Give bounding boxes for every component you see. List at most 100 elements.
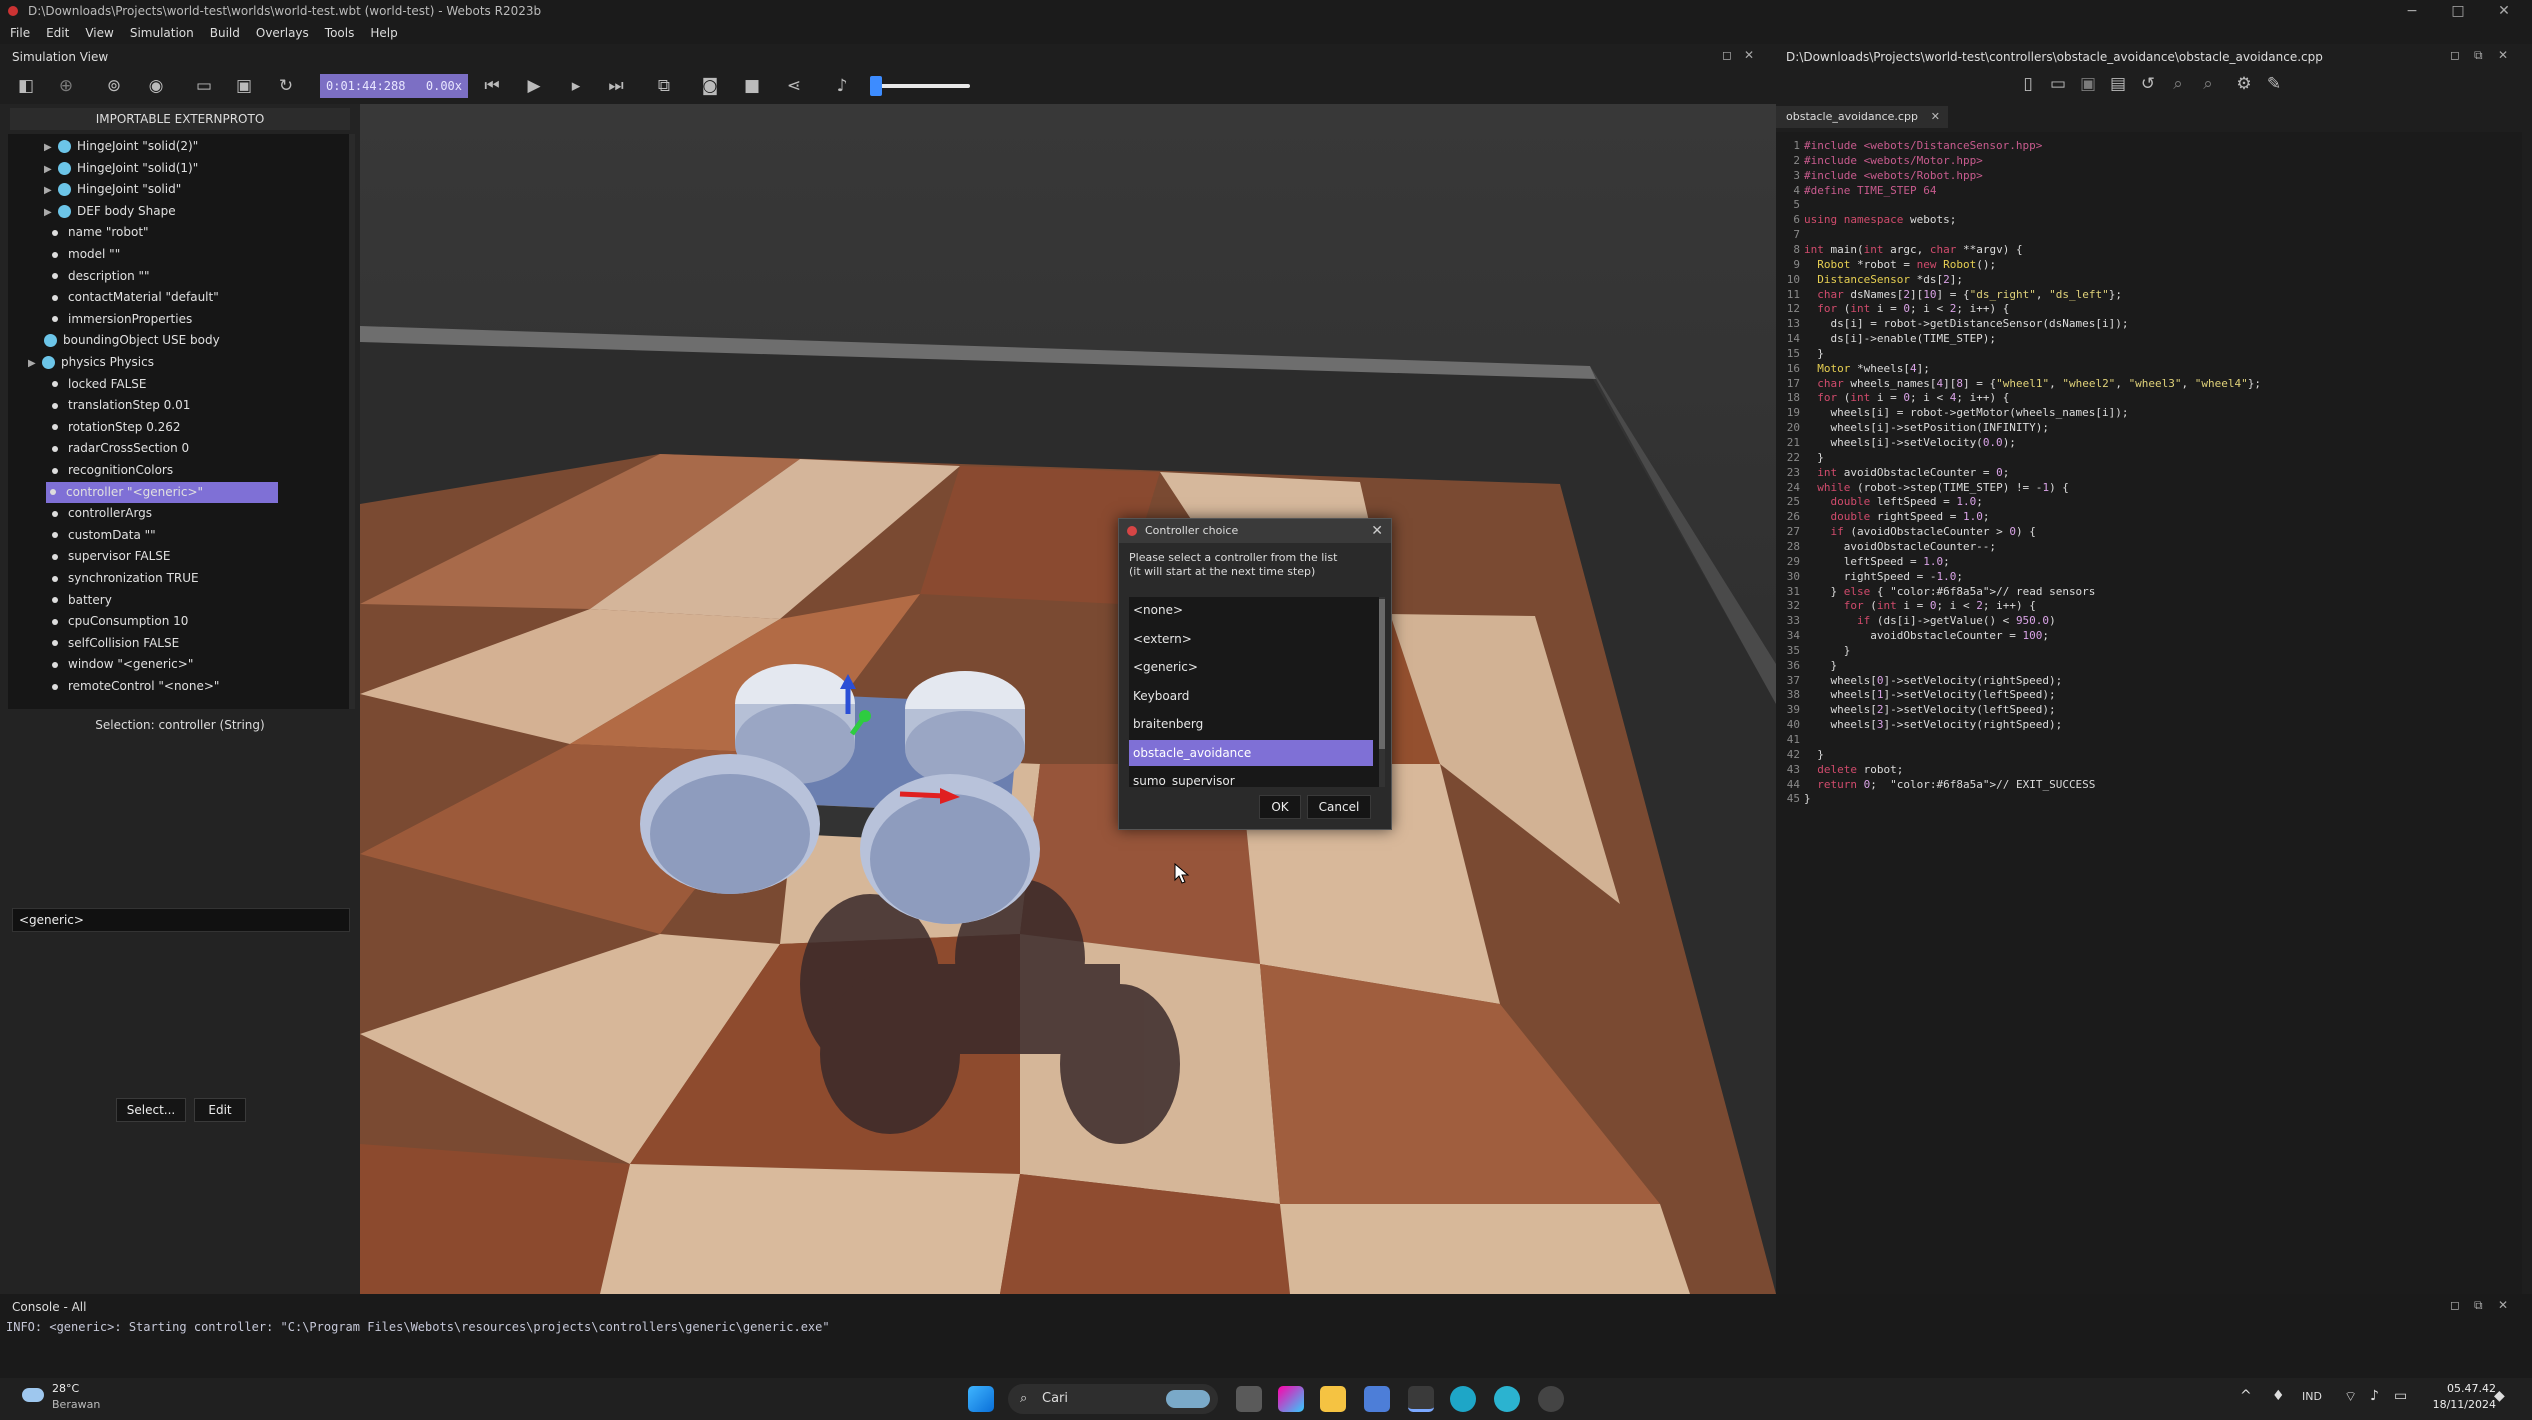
scene-tree-field[interactable]: battery: [52, 590, 112, 611]
controller-list-scrollbar[interactable]: [1379, 597, 1385, 787]
editor-tab[interactable]: obstacle_avoidance.cpp ✕: [1776, 106, 1948, 128]
task-view-icon[interactable]: [1236, 1386, 1262, 1412]
save-world-icon[interactable]: ▣: [232, 74, 256, 98]
reset-simulation-icon[interactable]: ⏮: [480, 74, 504, 98]
record-movie-icon[interactable]: ■: [740, 74, 764, 98]
scene-tree-field[interactable]: controller "<generic>": [46, 481, 278, 503]
screenshot-icon[interactable]: ◙: [698, 74, 722, 98]
steam-icon[interactable]: [1538, 1386, 1564, 1412]
maximize-button[interactable]: □: [2438, 0, 2478, 22]
weather-cloud-icon[interactable]: [22, 1388, 44, 1402]
controller-option[interactable]: <none>: [1129, 597, 1373, 623]
scene-tree-field[interactable]: model "": [52, 244, 120, 265]
webots-taskbar-icon[interactable]: [1408, 1386, 1434, 1412]
wifi-icon[interactable]: ⌔: [2344, 1388, 2357, 1406]
expand-arrow-icon[interactable]: ▶: [44, 137, 54, 158]
controller-option[interactable]: braitenberg: [1129, 711, 1373, 737]
scene-tree-field[interactable]: immersionProperties: [52, 309, 192, 330]
edge-icon[interactable]: [1450, 1386, 1476, 1412]
scene-tree-field[interactable]: controllerArgs: [52, 503, 152, 524]
find-icon[interactable]: ⌕: [2166, 72, 2190, 96]
dialog-cancel-button[interactable]: Cancel: [1307, 795, 1371, 819]
expand-arrow-icon[interactable]: ▶: [44, 159, 54, 180]
play-icon[interactable]: ▸: [564, 74, 588, 98]
controller-option[interactable]: Keyboard: [1129, 683, 1373, 709]
scene-tree-field[interactable]: selfCollision FALSE: [52, 633, 179, 654]
menu-tools[interactable]: Tools: [325, 26, 355, 40]
scene-tree-field[interactable]: cpuConsumption 10: [52, 611, 188, 632]
close-tab-icon[interactable]: ✕: [1931, 106, 1940, 128]
menu-file[interactable]: File: [10, 26, 30, 40]
reset-viewpoint-icon[interactable]: ⊚: [102, 74, 126, 98]
microphone-icon[interactable]: ♦: [2272, 1388, 2285, 1404]
save-file-icon[interactable]: ▣: [2076, 72, 2100, 96]
scene-tree-field[interactable]: translationStep 0.01: [52, 395, 190, 416]
open-world-icon[interactable]: ▭: [192, 74, 216, 98]
copilot-icon[interactable]: [1278, 1386, 1304, 1412]
build-gear-icon[interactable]: ⚙: [2232, 72, 2256, 96]
undock-console-icon[interactable]: ◻: [2450, 1298, 2460, 1312]
scene-tree-field[interactable]: recognitionColors: [52, 460, 173, 481]
share-icon[interactable]: ⋖: [782, 74, 806, 98]
undock-simview-icon[interactable]: ◻: [1722, 48, 1732, 62]
maximize-editor-icon[interactable]: ⧉: [2474, 48, 2483, 63]
scene-tree-node[interactable]: boundingObject USE body: [44, 330, 220, 351]
windows-start-icon[interactable]: [968, 1386, 994, 1412]
scene-tree-node[interactable]: ▶ HingeJoint "solid": [44, 179, 181, 200]
maximize-console-icon[interactable]: ⧉: [2474, 1298, 2483, 1313]
volume-icon[interactable]: ♪: [830, 74, 854, 98]
speaker-icon[interactable]: ♪: [2370, 1388, 2379, 1404]
dialog-ok-button[interactable]: OK: [1259, 795, 1301, 819]
scene-tree-node[interactable]: ▶ physics Physics: [28, 352, 154, 373]
close-window-button[interactable]: ✕: [2484, 0, 2524, 22]
replace-icon[interactable]: ⌕: [2196, 72, 2220, 96]
weather-desc[interactable]: Berawan: [52, 1398, 100, 1411]
controller-option[interactable]: sumo_supervisor: [1129, 768, 1373, 787]
menu-help[interactable]: Help: [370, 26, 397, 40]
notification-bell-icon[interactable]: ◆: [2494, 1388, 2505, 1404]
expand-arrow-icon[interactable]: ▶: [44, 202, 54, 223]
scene-tree-field[interactable]: contactMaterial "default": [52, 287, 219, 308]
close-simview-icon[interactable]: ✕: [1744, 48, 1754, 62]
scene-tree-field[interactable]: rotationStep 0.262: [52, 417, 181, 438]
controller-list[interactable]: <none> <extern> <generic> Keyboard braitenbe…: [1129, 597, 1379, 787]
menu-view[interactable]: View: [85, 26, 113, 40]
controller-option[interactable]: <generic>: [1129, 654, 1373, 680]
toggle-scene-tree-icon[interactable]: ◧: [14, 74, 38, 98]
expand-arrow-icon[interactable]: ▶: [28, 353, 38, 374]
scene-tree-field[interactable]: synchronization TRUE: [52, 568, 199, 589]
select-controller-button[interactable]: Select...: [116, 1098, 186, 1122]
menu-overlays[interactable]: Overlays: [256, 26, 309, 40]
scene-tree-field[interactable]: supervisor FALSE: [52, 546, 170, 567]
volume-slider-thumb[interactable]: [870, 76, 882, 96]
file-explorer-icon[interactable]: [1320, 1386, 1346, 1412]
clean-broom-icon[interactable]: ✎: [2262, 72, 2286, 96]
scene-tree-field[interactable]: window "<generic>": [52, 654, 193, 675]
fast-forward-icon[interactable]: ⏭: [604, 74, 628, 98]
minimize-button[interactable]: −: [2392, 0, 2432, 22]
render-toggle-icon[interactable]: ⧉: [652, 74, 676, 98]
reload-world-icon[interactable]: ↻: [274, 74, 298, 98]
scene-tree-field[interactable]: description "": [52, 266, 150, 287]
scene-tree-scrollbar[interactable]: [349, 134, 355, 709]
taskbar-search[interactable]: ⌕ Cari: [1008, 1384, 1218, 1414]
menu-build[interactable]: Build: [210, 26, 240, 40]
close-editor-icon[interactable]: ✕: [2498, 48, 2508, 62]
menu-edit[interactable]: Edit: [46, 26, 69, 40]
open-file-icon[interactable]: ▭: [2046, 72, 2070, 96]
scene-tree-field[interactable]: name "robot": [52, 222, 149, 243]
controller-option[interactable]: <extern>: [1129, 626, 1373, 652]
controller-value-field[interactable]: <generic>: [12, 908, 350, 932]
scene-tree-field[interactable]: customData "": [52, 525, 156, 546]
scene-tree-field[interactable]: remoteControl "<none>": [52, 676, 219, 697]
scene-tree-node[interactable]: ▶ HingeJoint "solid(1)": [44, 158, 198, 179]
3d-view[interactable]: [360, 104, 1776, 1294]
new-file-icon[interactable]: ▯: [2016, 72, 2040, 96]
mail-icon[interactable]: [1364, 1386, 1390, 1412]
undock-editor-icon[interactable]: ◻: [2450, 48, 2460, 62]
scene-tree-field[interactable]: radarCrossSection 0: [52, 438, 189, 459]
browser-icon[interactable]: [1494, 1386, 1520, 1412]
axis-x-handle[interactable]: [899, 791, 946, 799]
view-eye-icon[interactable]: ◉: [144, 74, 168, 98]
expand-arrow-icon[interactable]: ▶: [44, 180, 54, 201]
